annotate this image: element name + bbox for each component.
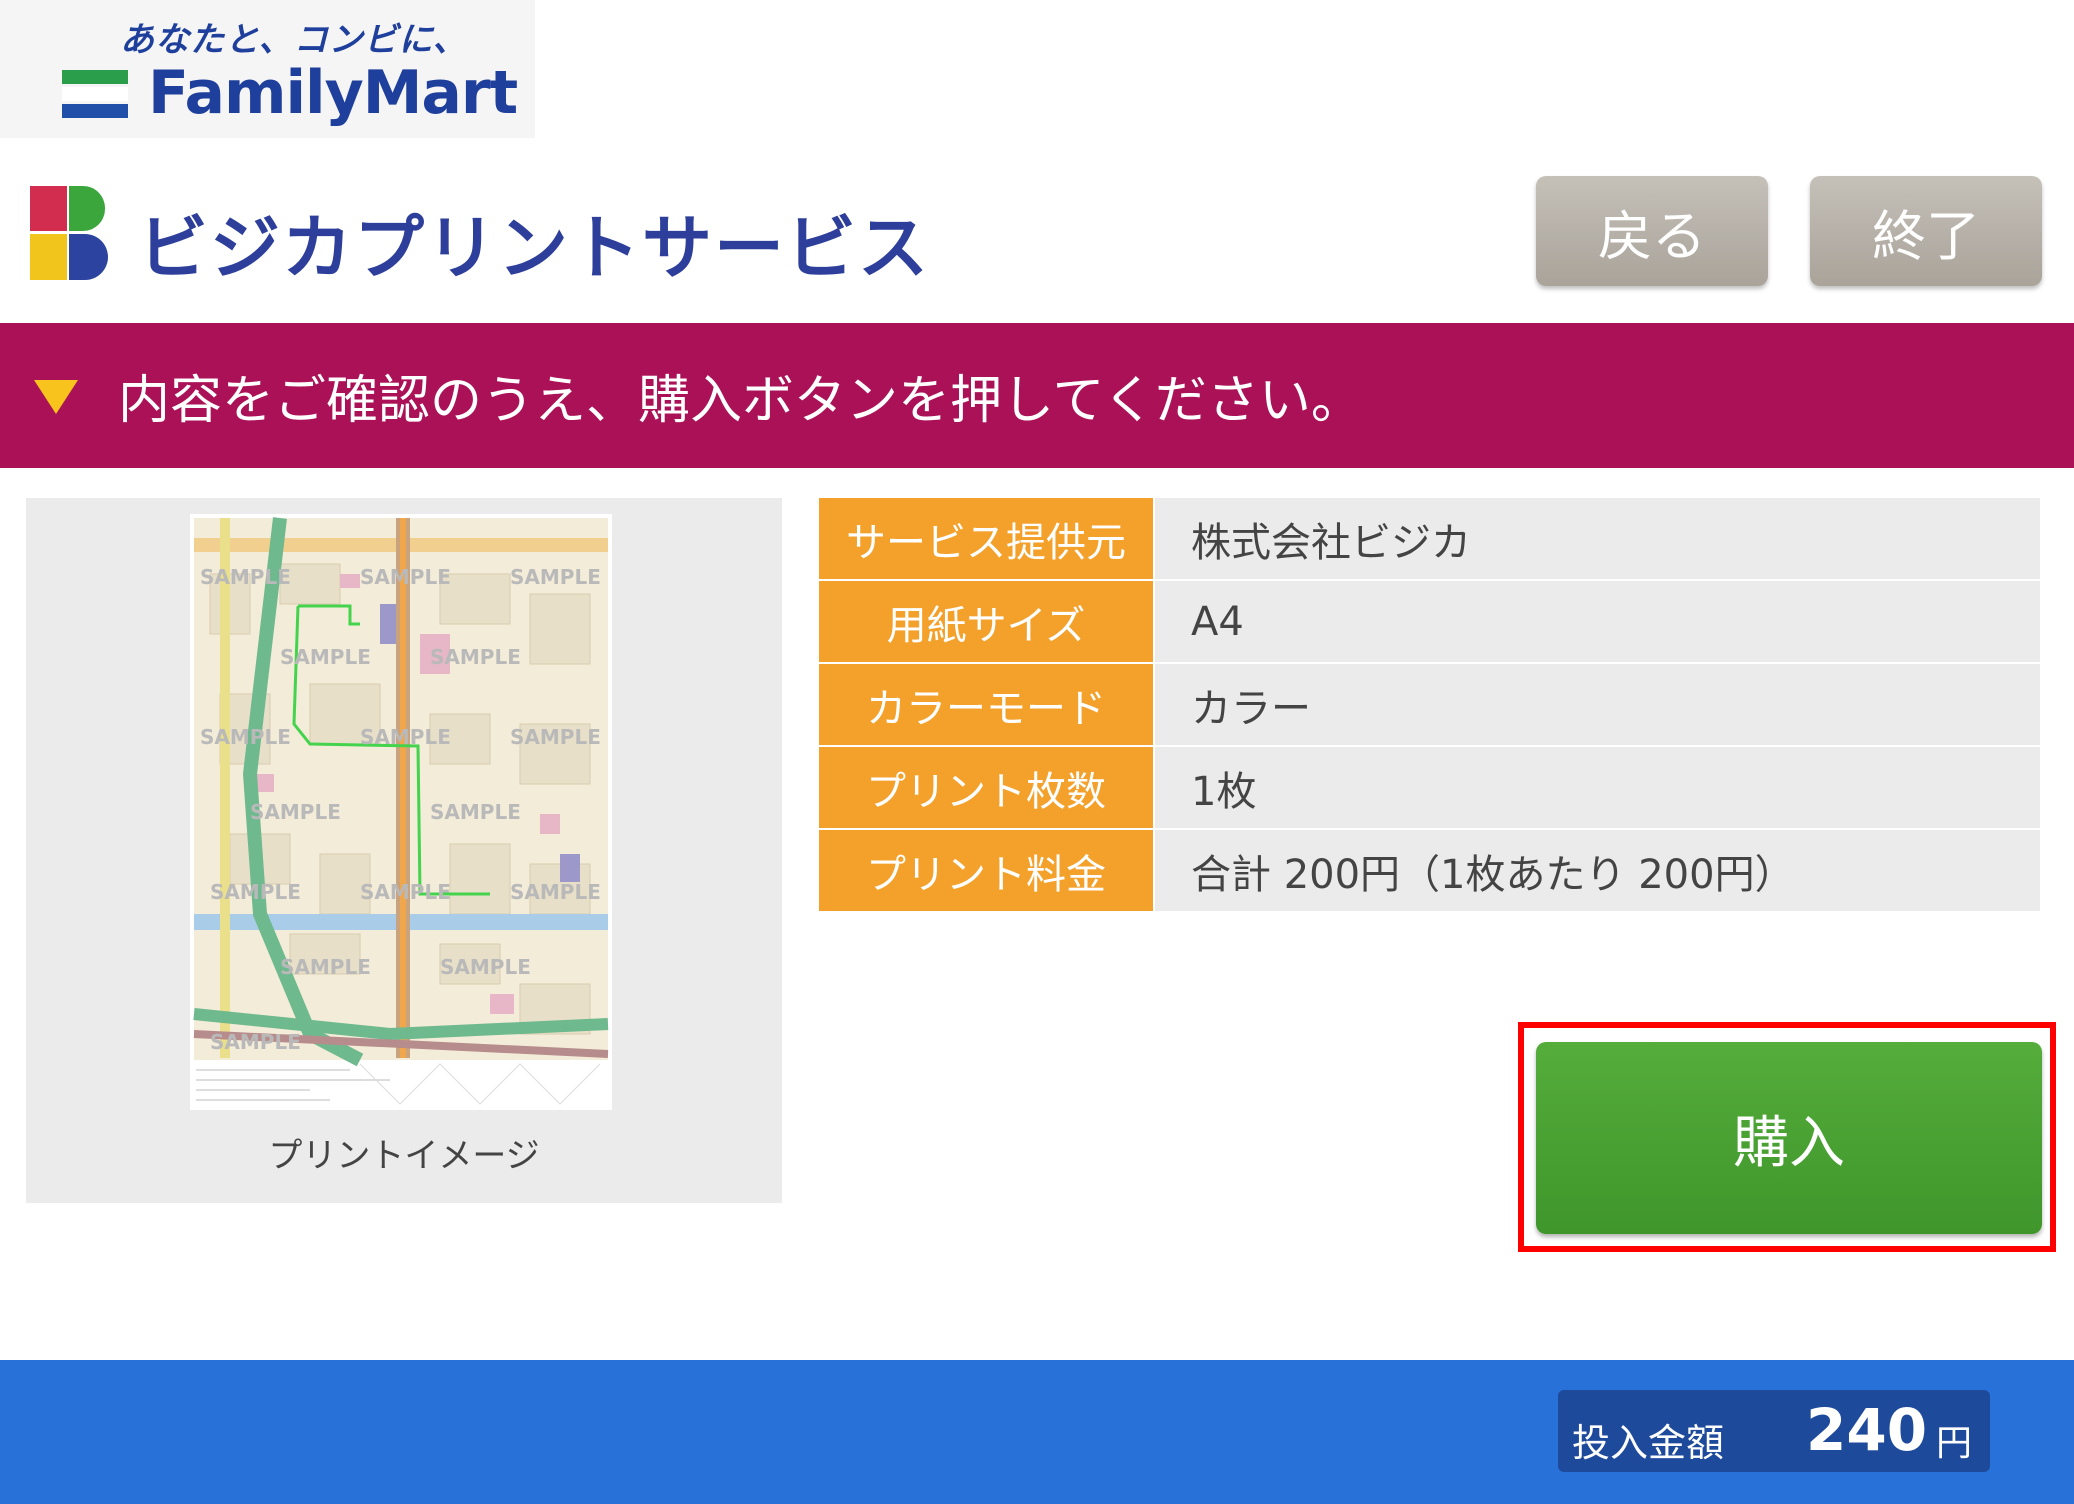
- table-row: プリント料金 合計 200円（1枚あたり 200円）: [819, 830, 2040, 913]
- watermark-text: SAMPLE: [430, 645, 521, 669]
- buy-button[interactable]: 購入: [1536, 1042, 2042, 1234]
- print-preview-image: SAMPLE SAMPLE SAMPLE SAMPLE SAMPLE SAMPL…: [190, 514, 612, 1110]
- row-value: 合計 200円（1枚あたり 200円）: [1155, 830, 2040, 911]
- watermark-text: SAMPLE: [200, 725, 291, 749]
- watermark-text: SAMPLE: [440, 955, 531, 979]
- watermark-text: SAMPLE: [250, 800, 341, 824]
- watermark-text: SAMPLE: [510, 725, 601, 749]
- watermark-text: SAMPLE: [210, 880, 301, 904]
- row-value: 株式会社ビジカ: [1155, 498, 2040, 579]
- table-row: 用紙サイズ A4: [819, 581, 2040, 664]
- row-label: 用紙サイズ: [819, 581, 1155, 662]
- row-label: サービス提供元: [819, 498, 1155, 579]
- preview-caption: プリントイメージ: [268, 1136, 540, 1176]
- inserted-money-label: 投入金額: [1572, 1421, 1725, 1465]
- watermark-text: SAMPLE: [360, 725, 451, 749]
- watermark-text: SAMPLE: [510, 880, 601, 904]
- row-label: プリント枚数: [819, 747, 1155, 828]
- details-table: サービス提供元 株式会社ビジカ 用紙サイズ A4 カラーモード カラー プリント…: [819, 498, 2040, 913]
- watermark-text: SAMPLE: [280, 645, 371, 669]
- watermark-text: SAMPLE: [200, 565, 291, 589]
- row-value: カラー: [1155, 664, 2040, 745]
- instruction-text: 内容をご確認のうえ、購入ボタンを押してください。: [118, 371, 1363, 431]
- row-value: A4: [1155, 581, 2040, 662]
- row-label: カラーモード: [819, 664, 1155, 745]
- watermark-text: SAMPLE: [360, 565, 451, 589]
- watermark-text: SAMPLE: [280, 955, 371, 979]
- brand-tagline: あなたと、コンビに、: [120, 20, 468, 60]
- watermark-text: SAMPLE: [210, 1030, 301, 1054]
- watermark-text: SAMPLE: [360, 880, 451, 904]
- table-row: サービス提供元 株式会社ビジカ: [819, 498, 2040, 581]
- table-row: カラーモード カラー: [819, 664, 2040, 747]
- inserted-money-unit: 円: [1936, 1423, 1973, 1464]
- familymart-logo-icon: [62, 70, 128, 118]
- row-label: プリント料金: [819, 830, 1155, 911]
- end-button[interactable]: 終了: [1810, 176, 2042, 286]
- back-button[interactable]: 戻る: [1536, 176, 1768, 286]
- watermark-text: SAMPLE: [430, 800, 521, 824]
- table-row: プリント枚数 1枚: [819, 747, 2040, 830]
- triangle-marker-icon: [34, 380, 78, 414]
- row-value: 1枚: [1155, 747, 2040, 828]
- watermark-text: SAMPLE: [510, 565, 601, 589]
- service-logo-icon: [30, 186, 108, 280]
- map-image: SAMPLE SAMPLE SAMPLE SAMPLE SAMPLE SAMPL…: [190, 514, 612, 1110]
- service-title: ビジカプリントサービス: [138, 207, 930, 289]
- brand-name: FamilyMart: [148, 58, 518, 128]
- inserted-money-value: 240: [1806, 1396, 1928, 1464]
